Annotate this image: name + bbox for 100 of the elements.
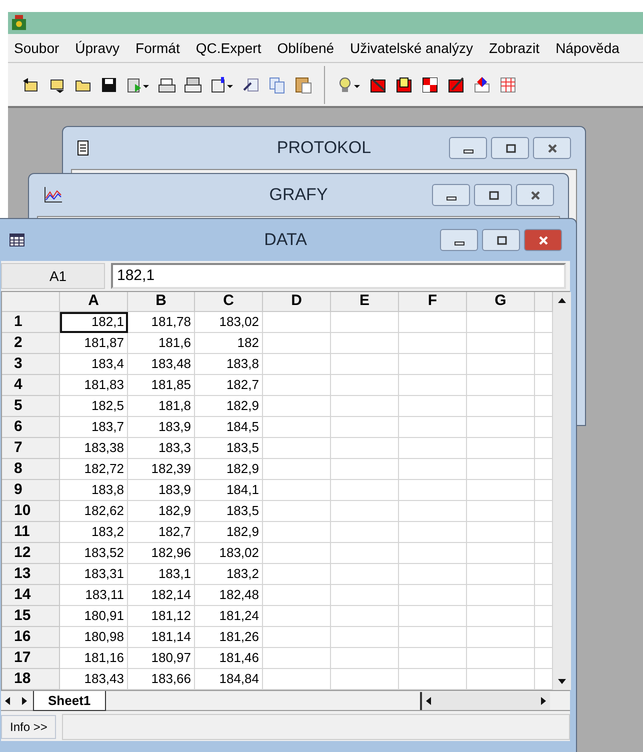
minimize-button[interactable] — [449, 137, 487, 159]
table-cell: 183,38 — [60, 438, 128, 459]
row-header[interactable]: 9 — [2, 480, 60, 501]
vertical-scrollbar[interactable] — [553, 292, 571, 690]
table-cell — [263, 312, 331, 333]
table-cell: 183,9 — [128, 417, 195, 438]
table-cell — [331, 606, 399, 627]
table-cell — [467, 501, 535, 522]
square-pencil-icon[interactable] — [447, 76, 465, 94]
column-header[interactable]: A — [60, 292, 128, 312]
close-button[interactable] — [533, 137, 571, 159]
table-cell — [331, 564, 399, 585]
table-cell: 184,84 — [195, 669, 263, 690]
menu-item[interactable]: Zobrazit — [488, 38, 540, 58]
table-cell — [263, 522, 331, 543]
folder-arrow-icon[interactable] — [22, 76, 40, 94]
table-cell — [399, 375, 467, 396]
column-header[interactable]: D — [263, 292, 331, 312]
table-cell — [263, 669, 331, 690]
row-header[interactable]: 3 — [2, 354, 60, 375]
column-header[interactable]: E — [331, 292, 399, 312]
document-icon — [77, 140, 89, 156]
table-cell — [263, 459, 331, 480]
row-header[interactable]: 8 — [2, 459, 60, 480]
table-cell: 181,12 — [128, 606, 195, 627]
formula-field[interactable]: 182,1 — [111, 263, 566, 289]
table-cell — [467, 606, 535, 627]
row-header[interactable]: 13 — [2, 564, 60, 585]
row-header[interactable]: 2 — [2, 333, 60, 354]
row-header[interactable]: 1 — [2, 312, 60, 333]
table-cell: 182,48 — [195, 585, 263, 606]
table-cell — [331, 480, 399, 501]
table-cell — [467, 354, 535, 375]
minimize-button[interactable] — [432, 184, 470, 206]
table-cell — [263, 480, 331, 501]
lightbulb-icon[interactable] — [337, 76, 361, 94]
row-header[interactable]: 16 — [2, 627, 60, 648]
table-cell — [331, 585, 399, 606]
page-arrow-icon[interactable] — [242, 76, 260, 94]
table-cell — [399, 480, 467, 501]
maximize-button[interactable] — [482, 229, 520, 251]
table-cell: 181,78 — [128, 312, 195, 333]
table-cell: 182,7 — [195, 375, 263, 396]
menu-item[interactable]: Oblíbené — [277, 38, 334, 58]
table-cell — [263, 585, 331, 606]
grid-squares-icon[interactable] — [421, 76, 439, 94]
table-cell — [399, 543, 467, 564]
row-header[interactable]: 14 — [2, 585, 60, 606]
horizontal-scrollbar[interactable] — [420, 692, 550, 710]
menu-item[interactable]: Uživatelské analýzy — [350, 38, 473, 58]
menu-item[interactable]: Nápověda — [556, 38, 620, 58]
name-box[interactable]: A1 — [1, 263, 105, 289]
table-cell — [263, 333, 331, 354]
app-logo-icon — [10, 14, 28, 32]
menu-item[interactable]: Soubor — [14, 38, 60, 58]
row-header[interactable]: 12 — [2, 543, 60, 564]
table-cell: 183,9 — [128, 480, 195, 501]
table-cell — [263, 438, 331, 459]
maximize-button[interactable] — [491, 137, 529, 159]
column-header[interactable]: G — [467, 292, 535, 312]
row-header[interactable]: 6 — [2, 417, 60, 438]
spreadsheet-icon — [9, 233, 25, 247]
printer-icon[interactable] — [184, 76, 202, 94]
row-header[interactable]: 10 — [2, 501, 60, 522]
row-header[interactable]: 11 — [2, 522, 60, 543]
column-header[interactable]: F — [399, 292, 467, 312]
printer-icon[interactable] — [158, 76, 176, 94]
maximize-button[interactable] — [474, 184, 512, 206]
document-icon[interactable] — [210, 76, 234, 94]
table-cell: 183,52 — [60, 543, 128, 564]
table-cell: 182,96 — [128, 543, 195, 564]
table-cell: 183,31 — [60, 564, 128, 585]
menu-item[interactable]: QC.Expert — [196, 38, 262, 58]
table-cell — [263, 375, 331, 396]
row-header[interactable]: 7 — [2, 438, 60, 459]
sheet-tab[interactable]: Sheet1 — [33, 690, 106, 710]
column-header[interactable]: B — [128, 292, 195, 312]
info-button[interactable]: Info >> — [1, 715, 56, 739]
window-title: DATA — [264, 229, 307, 252]
minimize-icon — [462, 148, 474, 154]
close-button[interactable] — [524, 229, 562, 251]
row-header[interactable]: 4 — [2, 375, 60, 396]
column-header[interactable]: C — [195, 292, 263, 312]
menu-item[interactable]: Formát — [136, 38, 180, 58]
row-header[interactable]: 18 — [2, 669, 60, 690]
table-cell — [263, 417, 331, 438]
table-diamond-icon[interactable] — [473, 76, 491, 94]
table-cell — [467, 627, 535, 648]
copy-icon[interactable] — [268, 76, 286, 94]
close-button[interactable] — [516, 184, 554, 206]
table-cell: 181,8 — [128, 396, 195, 417]
table-cell: 182,7 — [128, 522, 195, 543]
row-header[interactable]: 17 — [2, 648, 60, 669]
table-icon[interactable] — [499, 76, 517, 94]
square-pencil-icon[interactable] — [369, 76, 387, 94]
clipboard-icon[interactable] — [294, 76, 312, 94]
row-header[interactable]: 15 — [2, 606, 60, 627]
menu-item[interactable]: Úpravy — [75, 38, 120, 58]
minimize-button[interactable] — [440, 229, 478, 251]
row-header[interactable]: 5 — [2, 396, 60, 417]
